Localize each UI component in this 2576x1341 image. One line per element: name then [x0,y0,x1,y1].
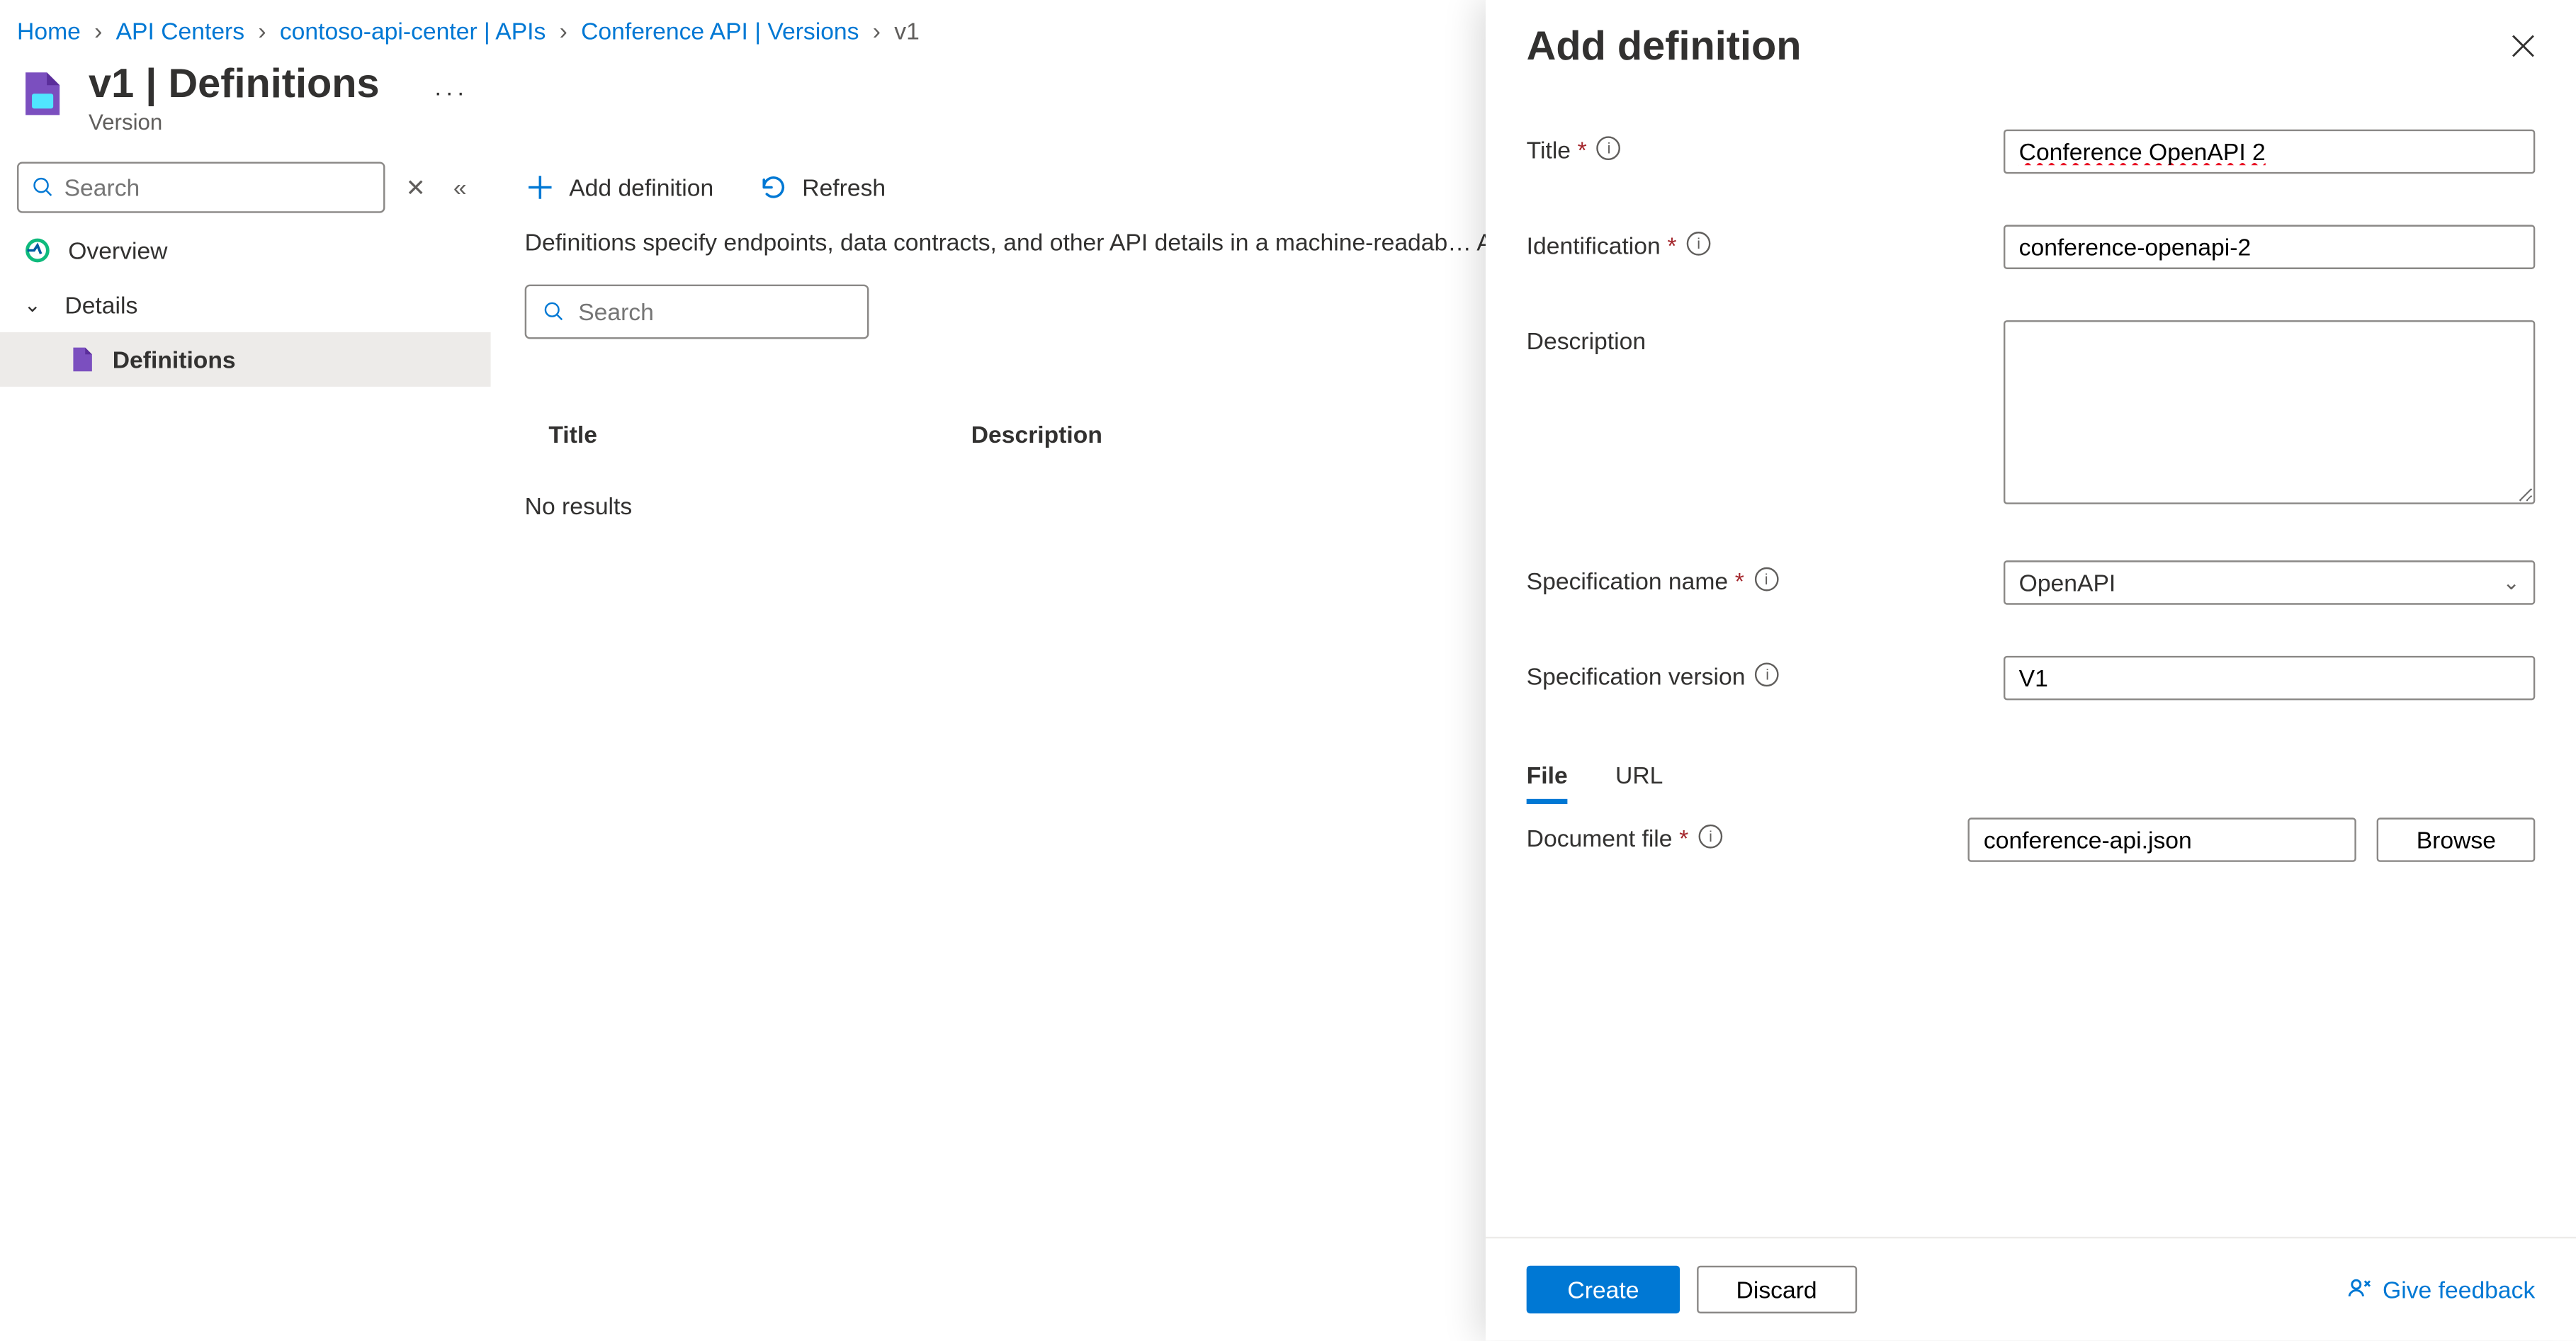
sidebar-item-details[interactable]: ⌄ Details [0,278,491,332]
toolbar-label: Refresh [802,174,886,200]
spec-name-value: OpenAPI [2019,569,2116,596]
sidebar-item-overview[interactable]: Overview [0,223,491,278]
document-file-input[interactable] [1968,817,2356,862]
sidebar: ✕ « Overview ⌄ Details Definitions [0,152,491,1322]
chevron-right-icon: › [94,17,102,44]
refresh-icon [758,172,789,203]
info-icon[interactable]: i [1597,136,1621,160]
clear-search-icon[interactable]: ✕ [402,173,429,202]
sidebar-item-definitions[interactable]: Definitions [0,332,491,387]
info-icon[interactable]: i [1754,567,1778,592]
spec-version-label: Specification version [1527,662,1746,689]
more-button[interactable]: ··· [434,79,468,106]
refresh-button[interactable]: Refresh [758,172,886,203]
search-icon [33,176,54,200]
identification-label: Identification [1527,232,1661,259]
required-indicator: * [1679,825,1688,851]
chevron-down-icon: ⌄ [2502,571,2519,595]
description-label: Description [1527,327,1646,354]
sidebar-search-input[interactable] [64,174,370,200]
description-input[interactable] [2004,320,2535,504]
page-title: v1 | Definitions [89,62,380,109]
breadcrumb-home[interactable]: Home [17,17,81,44]
identification-input[interactable] [2004,225,2535,269]
chevron-right-icon: › [873,17,881,44]
spec-version-input[interactable] [2004,656,2535,701]
add-definition-panel: Add definition Title * i Identification [1486,0,2576,1341]
info-icon[interactable]: i [1687,232,1711,256]
chevron-right-icon: › [258,17,266,44]
file-url-tabs: File URL [1527,752,2536,805]
document-file-label: Document file [1527,825,1673,851]
chevron-down-icon: ⌄ [24,293,48,317]
spec-name-select[interactable]: OpenAPI ⌄ [2004,560,2535,605]
close-icon [2512,33,2536,57]
required-indicator: * [1667,232,1676,259]
tab-file[interactable]: File [1527,752,1568,805]
sidebar-search[interactable] [17,162,385,213]
sidebar-item-label: Details [64,291,137,318]
browse-button[interactable]: Browse [2377,817,2535,862]
breadcrumb-conference-api[interactable]: Conference API | Versions [581,17,859,44]
definitions-icon [68,346,95,373]
overview-icon [24,237,51,264]
chevron-right-icon: › [560,17,567,44]
main-search-input[interactable] [578,298,850,324]
create-button[interactable]: Create [1527,1266,1680,1313]
definitions-resource-icon [17,68,68,119]
feedback-icon [2345,1276,2372,1303]
info-icon[interactable]: i [1756,662,1780,686]
info-icon[interactable]: i [1699,825,1723,849]
panel-title: Add definition [1527,24,1802,72]
sidebar-item-label: Overview [68,237,167,264]
toolbar-label: Add definition [569,174,713,200]
sidebar-item-label: Definitions [113,346,236,373]
breadcrumb-current: v1 [894,17,920,44]
close-panel-button[interactable] [2512,30,2536,65]
collapse-sidebar-icon[interactable]: « [446,174,473,200]
feedback-label: Give feedback [2383,1276,2535,1303]
required-indicator: * [1735,567,1744,594]
column-description[interactable]: Description [947,407,1126,461]
column-title[interactable]: Title [525,407,947,461]
main-search[interactable] [525,284,869,339]
required-indicator: * [1578,136,1587,163]
give-feedback-link[interactable]: Give feedback [2345,1276,2535,1303]
search-icon [543,299,565,323]
spec-name-label: Specification name [1527,567,1728,594]
discard-button[interactable]: Discard [1697,1266,1856,1313]
tab-url[interactable]: URL [1615,752,1663,805]
breadcrumb-api-centers[interactable]: API Centers [116,17,245,44]
plus-icon [525,172,555,203]
page-subtitle: Version [89,109,380,135]
title-input[interactable] [2004,130,2535,174]
add-definition-button[interactable]: Add definition [525,172,714,203]
title-label: Title [1527,136,1571,163]
breadcrumb-contoso[interactable]: contoso-api-center | APIs [280,17,546,44]
panel-footer: Create Discard Give feedback [1486,1237,2576,1341]
